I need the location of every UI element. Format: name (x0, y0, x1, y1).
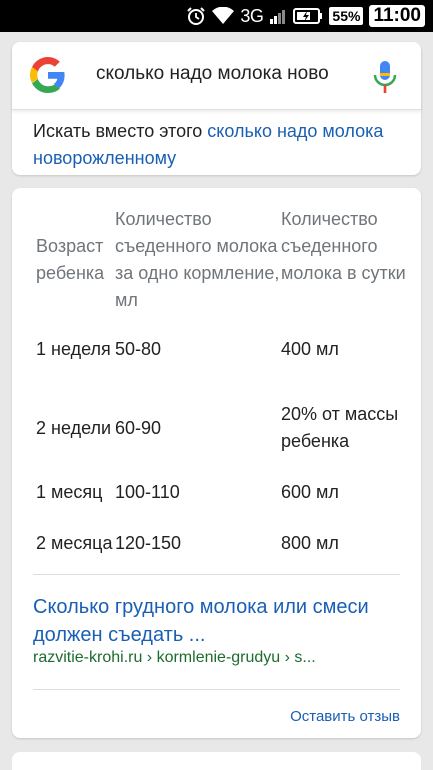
divider (33, 574, 400, 575)
answer-card: Возраст ребенка Количество съеденного мо… (12, 188, 421, 738)
table-cell-age: 1 месяц (36, 481, 103, 502)
battery-icon (293, 7, 323, 25)
alarm-icon (186, 6, 206, 26)
table-cell-per-day: 600 мл (281, 481, 339, 502)
table-cell-age: 2 месяца (36, 532, 113, 553)
microphone-icon[interactable] (372, 60, 398, 94)
table-cell-per-feeding: 120-150 (115, 532, 182, 553)
table-cell-per-day: 20% от массы ребенка (281, 404, 399, 451)
next-card (12, 752, 421, 770)
table-cell-per-feeding: 100-110 (115, 481, 180, 502)
google-logo-icon (30, 57, 65, 93)
table-row: 2 недели 60-90 20% от массы ребенка (36, 384, 406, 472)
clock: 11:00 (369, 5, 425, 27)
table-row: 2 месяца 120-150 800 мл (36, 512, 406, 574)
result-url[interactable]: razvitie-krohi.ru › kormlenie-grudyu › s… (33, 649, 393, 667)
table-header-per-day: Количество съеденного молока в сутки (281, 209, 406, 283)
search-bar[interactable] (12, 42, 421, 110)
table-cell-per-day: 400 мл (281, 338, 339, 359)
signal-icon (269, 7, 287, 25)
divider (33, 689, 400, 690)
feeding-table: Возраст ребенка Количество съеденного мо… (36, 206, 406, 574)
table-header-age: Возраст ребенка (36, 236, 105, 283)
status-bar: 3G 55% 11:00 (0, 0, 433, 32)
table-cell-per-feeding: 50-80 (115, 338, 162, 359)
feedback-link[interactable]: Оставить отзыв (290, 708, 400, 725)
table-header-per-feeding: Количество съеденного молока за одно кор… (115, 209, 280, 310)
search-input[interactable] (96, 63, 358, 85)
wifi-icon (212, 7, 235, 25)
table-cell-age: 1 неделя (36, 338, 111, 359)
result-title-link[interactable]: Сколько грудного молока или смеси должен… (33, 593, 393, 649)
table-cell-per-feeding: 60-90 (115, 417, 162, 438)
network-type: 3G (240, 5, 264, 26)
search-card: Искать вместо этого сколько надо молока … (12, 42, 421, 175)
battery-percent: 55% (329, 7, 364, 25)
table-cell-per-day: 800 мл (281, 532, 339, 553)
table-row: 1 неделя 50-80 400 мл (36, 314, 406, 384)
table-cell-age: 2 недели (36, 417, 112, 438)
table-row: 1 месяц 100-110 600 мл (36, 472, 406, 512)
did-you-mean: Искать вместо этого сколько надо молока … (33, 118, 403, 172)
table-header-row: Возраст ребенка Количество съеденного мо… (36, 206, 406, 314)
suggestion-prefix: Искать вместо этого (33, 121, 203, 141)
